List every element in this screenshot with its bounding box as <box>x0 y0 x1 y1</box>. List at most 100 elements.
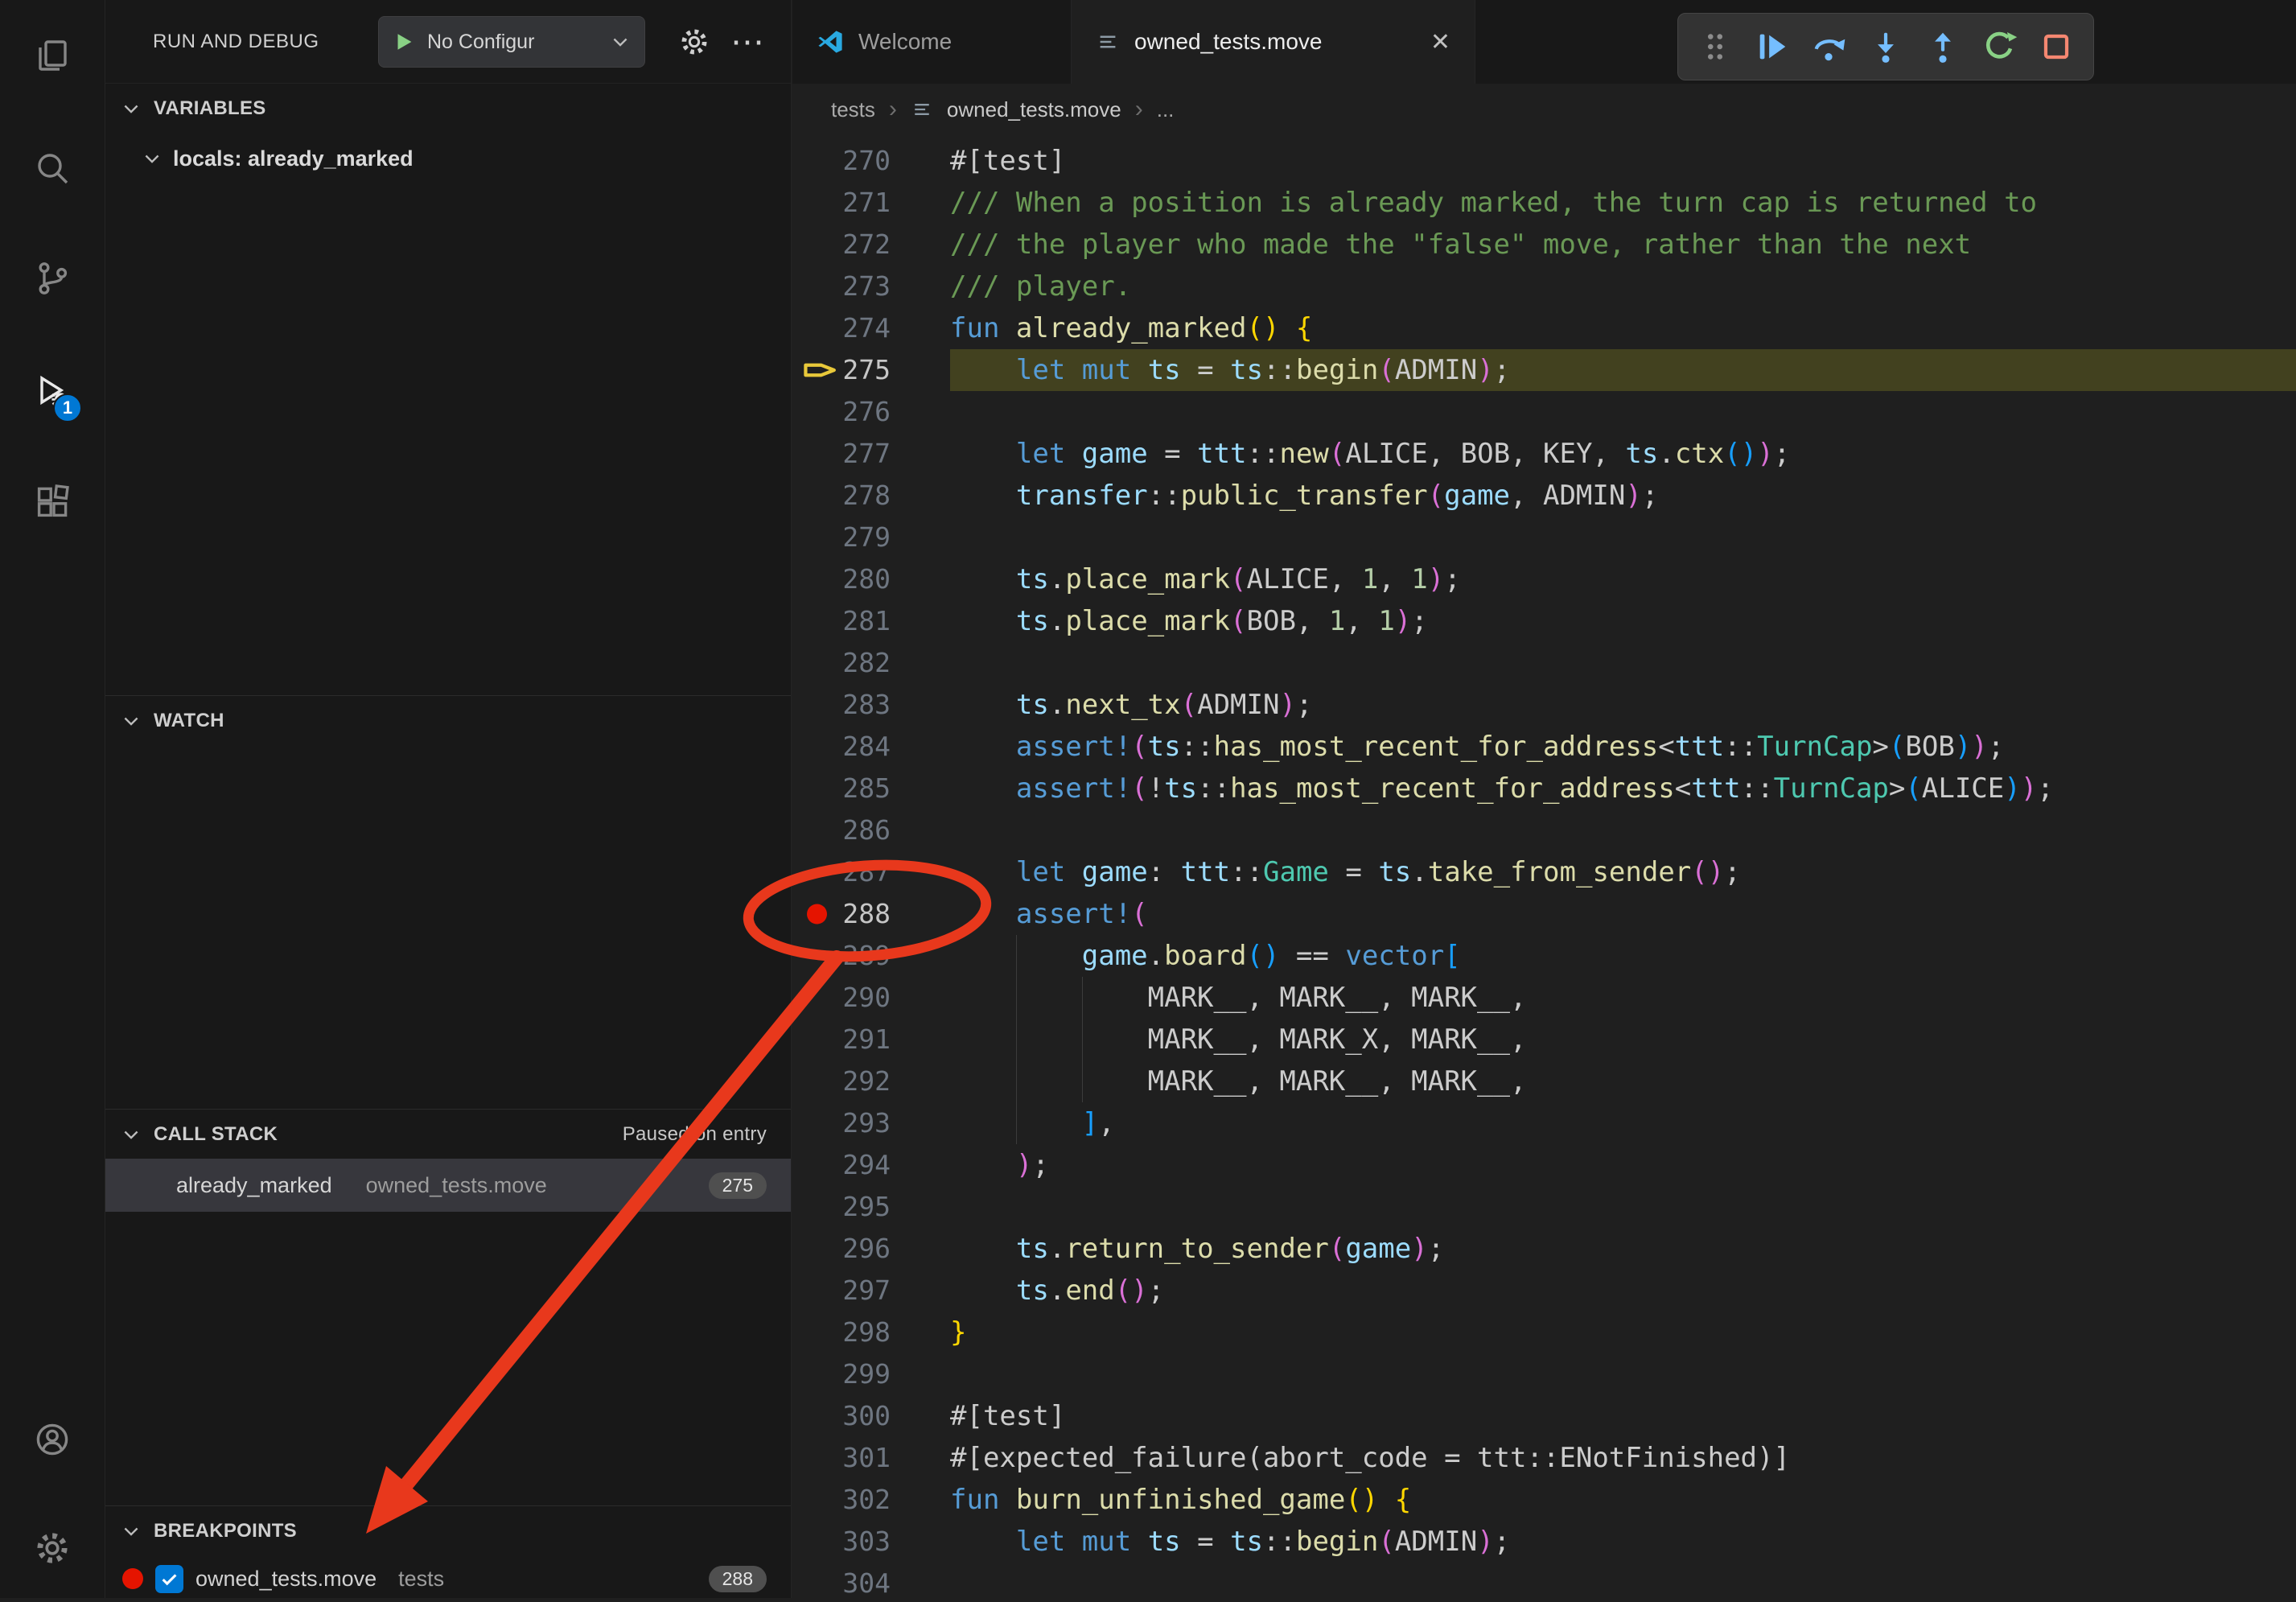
code-line[interactable]: 302fun burn_unfinished_game() { <box>792 1479 2296 1521</box>
code-line[interactable]: 274fun already_marked() { <box>792 307 2296 349</box>
code-line-text[interactable] <box>950 809 2296 851</box>
code-line[interactable]: 299 <box>792 1353 2296 1395</box>
breakpoint-dot-icon[interactable] <box>807 904 827 925</box>
gutter[interactable]: 283 <box>792 684 950 726</box>
breakpoint-checkbox[interactable] <box>155 1565 183 1593</box>
code-line[interactable]: 293 ], <box>792 1102 2296 1144</box>
code-line[interactable]: 283 ts.next_tx(ADMIN); <box>792 684 2296 726</box>
code-line[interactable]: 296 ts.return_to_sender(game); <box>792 1228 2296 1270</box>
code-line[interactable]: 271/// When a position is already marked… <box>792 182 2296 224</box>
code-line-text[interactable]: ts.next_tx(ADMIN); <box>950 684 2296 726</box>
gutter[interactable]: 270 <box>792 140 950 182</box>
gutter[interactable]: 285 <box>792 768 950 809</box>
gutter[interactable]: 294 <box>792 1144 950 1186</box>
code-line-text[interactable]: ], <box>950 1102 2296 1144</box>
code-line[interactable]: 287 let game: ttt::Game = ts.take_from_s… <box>792 851 2296 893</box>
gutter[interactable]: 299 <box>792 1353 950 1395</box>
code-line-text[interactable]: #[expected_failure(abort_code = ttt::ENo… <box>950 1437 2296 1479</box>
step-over-button[interactable] <box>1806 19 1851 75</box>
code-line[interactable]: 272/// the player who made the "false" m… <box>792 224 2296 266</box>
restart-button[interactable] <box>1977 19 2022 75</box>
call-stack-frame[interactable]: already_marked owned_tests.move 275 <box>105 1159 791 1212</box>
account-icon[interactable] <box>21 1408 84 1471</box>
debug-settings-gear-icon[interactable] <box>673 21 715 63</box>
code-line[interactable]: 279 <box>792 517 2296 558</box>
code-line[interactable]: 282 <box>792 642 2296 684</box>
gutter[interactable]: 287 <box>792 851 950 893</box>
code-line-text[interactable]: transfer::public_transfer(game, ADMIN); <box>950 475 2296 517</box>
code-line-text[interactable]: game.board() == vector[ <box>950 935 2296 977</box>
breadcrumb-folder[interactable]: tests <box>831 97 875 122</box>
gutter[interactable]: 300 <box>792 1395 950 1437</box>
code-line[interactable]: 294 ); <box>792 1144 2296 1186</box>
run-and-debug-icon[interactable]: 1 <box>21 360 84 422</box>
code-line[interactable]: 270#[test] <box>792 140 2296 182</box>
gutter[interactable]: 274 <box>792 307 950 349</box>
gutter[interactable]: 297 <box>792 1270 950 1312</box>
code-line-text[interactable]: ); <box>950 1144 2296 1186</box>
code-line[interactable]: 288 assert!( <box>792 893 2296 935</box>
stop-button[interactable] <box>2034 19 2079 75</box>
gutter[interactable]: 291 <box>792 1019 950 1060</box>
code-line-text[interactable]: let game = ttt::new(ALICE, BOB, KEY, ts.… <box>950 433 2296 475</box>
section-header-watch[interactable]: WATCH <box>105 695 791 745</box>
code-line-text[interactable]: /// the player who made the "false" move… <box>950 224 2296 266</box>
gutter[interactable]: 303 <box>792 1521 950 1563</box>
code-line-text[interactable]: } <box>950 1312 2296 1353</box>
code-line[interactable]: 278 transfer::public_transfer(game, ADMI… <box>792 475 2296 517</box>
gutter[interactable]: 302 <box>792 1479 950 1521</box>
gutter[interactable]: 281 <box>792 600 950 642</box>
section-header-call-stack[interactable]: CALL STACK Paused on entry <box>105 1109 791 1159</box>
more-actions-icon[interactable]: ⋯ <box>726 21 768 63</box>
code-line[interactable]: 303 let mut ts = ts::begin(ADMIN); <box>792 1521 2296 1563</box>
code-line-text[interactable]: /// When a position is already marked, t… <box>950 182 2296 224</box>
debug-config-dropdown[interactable]: No Configur <box>378 16 645 68</box>
gutter[interactable]: 290 <box>792 977 950 1019</box>
code-line[interactable]: 297 ts.end(); <box>792 1270 2296 1312</box>
code-line-text[interactable]: ts.place_mark(BOB, 1, 1); <box>950 600 2296 642</box>
breadcrumb-symbol-more[interactable]: ... <box>1157 97 1175 122</box>
code-line-text[interactable]: ts.place_mark(ALICE, 1, 1); <box>950 558 2296 600</box>
code-line[interactable]: 277 let game = ttt::new(ALICE, BOB, KEY,… <box>792 433 2296 475</box>
gutter[interactable]: 277 <box>792 433 950 475</box>
code-line-text[interactable]: assert!( <box>950 893 2296 935</box>
code-line-text[interactable]: ts.return_to_sender(game); <box>950 1228 2296 1270</box>
code-line-text[interactable]: assert!(!ts::has_most_recent_for_address… <box>950 768 2296 809</box>
code-line[interactable]: 284 assert!(ts::has_most_recent_for_addr… <box>792 726 2296 768</box>
gutter[interactable]: 273 <box>792 266 950 307</box>
gutter[interactable]: 276 <box>792 391 950 433</box>
code-line-text[interactable]: /// player. <box>950 266 2296 307</box>
gutter[interactable]: 272 <box>792 224 950 266</box>
gutter[interactable]: 275 <box>792 349 950 391</box>
tab-owned-tests-move[interactable]: owned_tests.move ✕ <box>1072 0 1475 84</box>
code-line[interactable]: 298} <box>792 1312 2296 1353</box>
code-line-text[interactable]: fun already_marked() { <box>950 307 2296 349</box>
code-line[interactable]: 289 game.board() == vector[ <box>792 935 2296 977</box>
gutter[interactable]: 284 <box>792 726 950 768</box>
code-line-text[interactable]: #[test] <box>950 140 2296 182</box>
code-line-text[interactable]: let mut ts = ts::begin(ADMIN); <box>950 1521 2296 1563</box>
gutter[interactable]: 288 <box>792 893 950 935</box>
gutter[interactable]: 282 <box>792 642 950 684</box>
code-line-text[interactable]: let mut ts = ts::begin(ADMIN); <box>950 349 2296 391</box>
gutter[interactable]: 296 <box>792 1228 950 1270</box>
gutter[interactable]: 295 <box>792 1186 950 1228</box>
code-line[interactable]: 273/// player. <box>792 266 2296 307</box>
code-line-text[interactable]: let game: ttt::Game = ts.take_from_sende… <box>950 851 2296 893</box>
gutter[interactable]: 279 <box>792 517 950 558</box>
code-line-text[interactable] <box>950 1563 2296 1598</box>
code-line[interactable]: 280 ts.place_mark(ALICE, 1, 1); <box>792 558 2296 600</box>
close-tab-icon[interactable]: ✕ <box>1430 28 1450 56</box>
code-line-text[interactable] <box>950 517 2296 558</box>
explorer-icon[interactable] <box>21 24 84 87</box>
extensions-icon[interactable] <box>21 471 84 533</box>
gutter[interactable]: 289 <box>792 935 950 977</box>
code-line-text[interactable] <box>950 1186 2296 1228</box>
drag-handle-icon[interactable] <box>1693 19 1738 75</box>
code-line-text[interactable]: assert!(ts::has_most_recent_for_address<… <box>950 726 2296 768</box>
code-line[interactable]: 291 MARK__, MARK_X, MARK__, <box>792 1019 2296 1060</box>
gutter[interactable]: 298 <box>792 1312 950 1353</box>
gutter[interactable]: 280 <box>792 558 950 600</box>
code-line-text[interactable] <box>950 1353 2296 1395</box>
code-line[interactable]: 300#[test] <box>792 1395 2296 1437</box>
